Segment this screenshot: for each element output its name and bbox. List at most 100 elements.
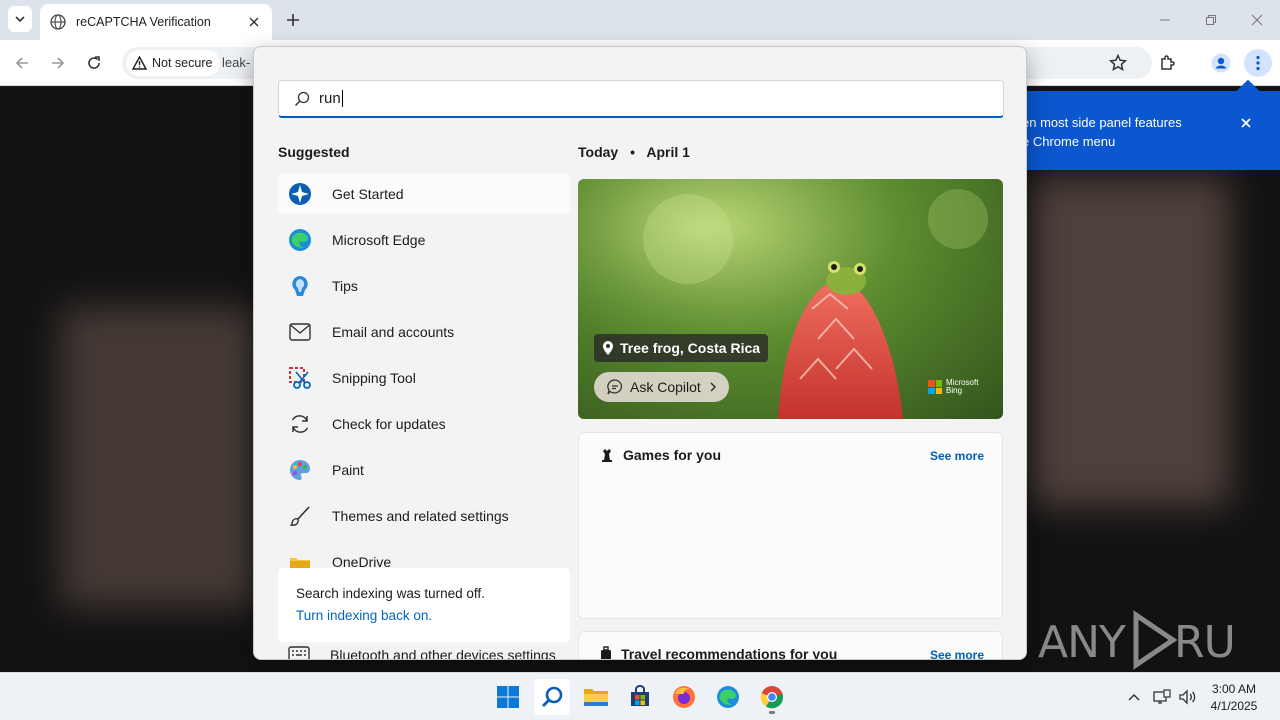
volume-button[interactable] <box>1178 687 1198 707</box>
location-chip[interactable]: Tree frog, Costa Rica <box>594 334 769 362</box>
suggestion-microsoft-edge[interactable]: Microsoft Edge <box>278 220 570 260</box>
suggestion-check-updates[interactable]: Check for updates <box>278 404 570 444</box>
firefox-icon <box>673 686 695 708</box>
chrome-icon <box>760 686 784 709</box>
turn-indexing-on-link[interactable]: Turn indexing back on. <box>296 608 552 623</box>
suggestion-bluetooth-settings[interactable]: Bluetooth and other devices settings <box>278 643 570 660</box>
tab-title: reCAPTCHA Verification <box>76 15 211 29</box>
side-panel-tip-bubble: en most side panel features e Chrome men… <box>1000 79 1280 170</box>
clock-date: 4/1/2025 <box>1210 699 1258 713</box>
browser-tabstrip: reCAPTCHA Verification <box>0 0 1280 40</box>
blurred-image <box>60 307 260 607</box>
suggestion-themes[interactable]: Themes and related settings <box>278 496 570 536</box>
suggestion-email-accounts[interactable]: Email and accounts <box>278 312 570 352</box>
suggestion-paint[interactable]: Paint <box>278 450 570 490</box>
show-hidden-icons-button[interactable] <box>1124 687 1144 707</box>
close-tab-icon[interactable] <box>246 14 262 30</box>
reload-button[interactable] <box>82 51 106 75</box>
search-input[interactable]: run <box>278 80 1004 118</box>
security-label: Not secure <box>152 56 213 70</box>
today-heading: Today • April 1 <box>578 144 690 160</box>
chevron-down-icon <box>15 16 25 23</box>
minimize-button[interactable] <box>1142 0 1188 40</box>
tips-icon <box>288 274 312 298</box>
date-label: April 1 <box>646 144 690 160</box>
reload-icon <box>88 56 100 69</box>
taskbar-store[interactable] <box>622 679 658 715</box>
avatar-icon <box>1211 53 1231 73</box>
indexing-notice: Search indexing was turned off. Turn ind… <box>278 568 570 642</box>
travel-card: Travel recommendations for you See more <box>578 631 1003 660</box>
puzzle-icon <box>1161 55 1175 70</box>
bluetooth-item-label: Bluetooth and other devices settings <box>330 647 556 660</box>
svg-text:RUN: RUN <box>1174 617 1233 668</box>
paint-icon <box>288 458 312 482</box>
url-text: leak- <box>222 55 251 70</box>
suggestion-get-started[interactable]: Get Started <box>278 174 570 214</box>
restore-button[interactable] <box>1188 0 1234 40</box>
taskbar-chrome[interactable] <box>754 679 790 715</box>
get-started-icon <box>288 182 312 206</box>
brush-icon <box>288 504 312 528</box>
suggestion-tips[interactable]: Tips <box>278 266 570 306</box>
plus-icon <box>287 14 299 26</box>
forward-button[interactable] <box>46 51 70 75</box>
taskbar-search-button[interactable] <box>534 679 570 715</box>
back-button[interactable] <box>10 51 34 75</box>
taskbar-file-explorer[interactable] <box>578 679 614 715</box>
refresh-icon <box>288 412 312 436</box>
suggested-heading: Suggested <box>278 144 350 160</box>
tab-search-button[interactable] <box>8 6 32 32</box>
suggestions-list: Get Started Microsoft Edge Tips Email an… <box>278 174 570 588</box>
tab-recaptcha[interactable]: reCAPTCHA Verification <box>40 4 272 40</box>
taskbar-edge[interactable] <box>710 679 746 715</box>
bookmark-button[interactable] <box>1106 51 1130 75</box>
restore-icon <box>1206 15 1216 25</box>
mail-icon <box>288 320 312 344</box>
file-explorer-icon <box>584 689 608 706</box>
network-button[interactable] <box>1152 687 1172 707</box>
extensions-button[interactable] <box>1156 51 1180 75</box>
taskbar-firefox[interactable] <box>666 679 702 715</box>
new-tab-button[interactable] <box>282 9 304 31</box>
running-indicator <box>769 711 775 714</box>
chevron-up-icon <box>1128 693 1140 701</box>
travel-card-title: Travel recommendations for you <box>621 646 838 660</box>
start-icon <box>497 686 519 708</box>
speaker-icon <box>1179 689 1196 705</box>
close-tip-icon[interactable] <box>1238 115 1254 131</box>
keyboard-icon <box>288 646 310 659</box>
games-see-more-link[interactable]: See more <box>930 449 984 463</box>
ask-copilot-label: Ask Copilot <box>630 379 701 395</box>
edge-icon <box>288 228 312 252</box>
suggestion-snipping-tool[interactable]: Snipping Tool <box>278 358 570 398</box>
windows-taskbar: 3:00 AM 4/1/2025 <box>0 672 1280 720</box>
svg-text:ANY: ANY <box>1038 617 1126 668</box>
ask-copilot-button[interactable]: Ask Copilot <box>594 372 729 402</box>
arrow-left-icon <box>15 57 28 69</box>
arrow-right-icon <box>52 57 65 69</box>
start-button[interactable] <box>490 679 526 715</box>
travel-see-more-link[interactable]: See more <box>930 648 984 659</box>
system-clock[interactable]: 3:00 AM 4/1/2025 <box>1206 681 1262 715</box>
anyrun-watermark: ANY RUN <box>1038 605 1233 675</box>
star-icon <box>1109 54 1127 72</box>
close-window-button[interactable] <box>1234 0 1280 40</box>
store-icon <box>631 685 649 706</box>
bing-spotlight-image[interactable]: Tree frog, Costa Rica Ask Copilot Micros… <box>578 179 1003 419</box>
tip-line-2: e Chrome menu <box>1022 134 1116 149</box>
windows-search-panel: run Suggested Today • April 1 Get Starte… <box>253 46 1027 660</box>
security-chip[interactable]: Not secure <box>126 50 221 76</box>
network-icon <box>1153 689 1171 704</box>
chrome-menu-button[interactable] <box>1244 49 1272 77</box>
games-card-title: Games for you <box>623 447 722 463</box>
today-label: Today <box>578 144 619 160</box>
clock-time: 3:00 AM <box>1211 682 1257 696</box>
profile-button[interactable] <box>1209 51 1233 75</box>
chat-bubble-icon <box>607 379 623 395</box>
globe-icon <box>50 14 66 30</box>
search-query: run <box>319 90 341 107</box>
anyrun-logo: ANY RUN <box>1038 610 1233 670</box>
chevron-right-icon <box>710 382 716 392</box>
microsoft-logo-icon <box>928 380 942 394</box>
